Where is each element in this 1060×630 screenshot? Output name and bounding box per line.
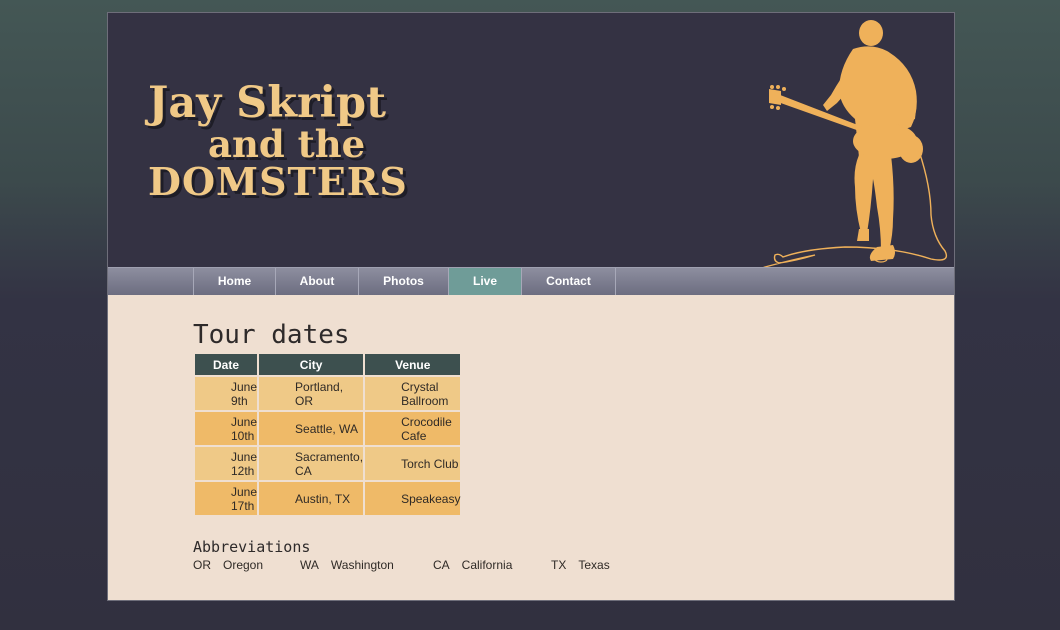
logo-line-2: and the [208,122,366,166]
abbreviation-code: CA [433,558,450,572]
cell-date: June 17th [195,482,258,515]
nav-item-contact[interactable]: Contact [522,268,616,295]
column-header-date: Date [195,354,258,375]
nav-item-home[interactable]: Home [194,268,276,295]
abbreviations-list: OR Oregon WA Washington CA California TX… [193,558,610,572]
page-container: Jay Skript and the DOMSTERS Home About P… [107,12,955,601]
cell-venue: Torch Club [365,447,461,480]
cell-date: June 12th [195,447,258,480]
abbreviation-name: Washington [330,558,394,572]
cell-city: Sacramento, CA [259,447,364,480]
abbreviation-code: TX [551,558,567,572]
abbreviation-name: Oregon [223,558,264,572]
logo-line-1: Jay Skript [148,78,386,128]
cell-venue: Crystal Ballroom [365,377,461,410]
nav-item-photos[interactable]: Photos [359,268,449,295]
table-row: June 12th Sacramento, CA Torch Club [195,447,461,480]
abbreviation-code: OR [193,558,211,572]
table-header-row: Date City Venue [195,354,461,375]
column-header-city: City [259,354,364,375]
nav-item-live[interactable]: Live [449,268,522,295]
abbreviations-heading: Abbreviations [193,538,311,556]
abbreviation-item: WA Washington [300,558,433,572]
tour-dates-table: Date City Venue June 9th Portland, OR Cr… [193,352,462,517]
page-title: Tour dates [193,320,350,350]
logo-line-3: DOMSTERS [148,159,408,204]
table-row: June 17th Austin, TX Speakeasy [195,482,461,515]
cell-city: Seattle, WA [259,412,364,445]
cell-city: Portland, OR [259,377,364,410]
cell-date: June 10th [195,412,258,445]
abbreviation-name: California [461,558,513,572]
abbreviation-name: Texas [578,558,610,572]
guitarist-silhouette-icon [756,20,948,269]
header-banner: Jay Skript and the DOMSTERS [108,13,954,269]
nav-item-about[interactable]: About [276,268,359,295]
abbreviation-item: TX Texas [551,558,610,572]
cell-date: June 9th [195,377,258,410]
nav-list: Home About Photos Live Contact [193,268,616,295]
band-logo: Jay Skript and the DOMSTERS [148,80,448,202]
abbreviation-item: OR Oregon [193,558,300,572]
main-navigation: Home About Photos Live Contact [108,267,954,295]
abbreviation-code: WA [300,558,319,572]
column-header-venue: Venue [365,354,461,375]
cell-city: Austin, TX [259,482,364,515]
table-row: June 10th Seattle, WA Crocodile Cafe [195,412,461,445]
abbreviation-item: CA California [433,558,551,572]
cell-venue: Speakeasy [365,482,461,515]
cell-venue: Crocodile Cafe [365,412,461,445]
table-row: June 9th Portland, OR Crystal Ballroom [195,377,461,410]
